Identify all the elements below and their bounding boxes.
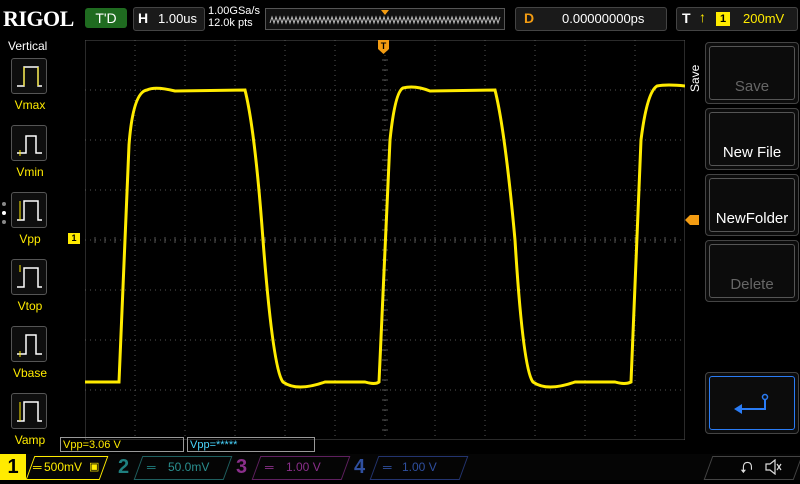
trigger-position-icon: T	[378, 40, 389, 54]
menu-title: Save	[688, 64, 702, 92]
page-dot	[2, 202, 6, 206]
top-status-bar: RIGOL T'D H 1.00us 1.00GSa/s 12.0k pts D…	[0, 0, 800, 36]
trigger-key: T	[682, 10, 691, 26]
delete-label: Delete	[709, 244, 795, 298]
memory-depth: 12.0k pts	[208, 17, 253, 29]
ch1-coupling-icon: ═	[33, 460, 42, 474]
svg-text:T: T	[381, 41, 387, 51]
sample-rate: 1.00GSa/s	[208, 5, 260, 17]
waveform-display[interactable]	[85, 40, 685, 440]
vpp-label: Vpp	[19, 232, 41, 246]
page-indicator	[2, 202, 6, 229]
new-folder-label: NewFolder	[709, 178, 795, 232]
ch2-coupling-icon: ═	[147, 460, 156, 474]
timebase-value: 1.00us	[158, 11, 198, 26]
new-file-label: New File	[709, 112, 795, 166]
delay-key: D	[524, 10, 535, 26]
ch3-scale: 1.00 V	[286, 460, 321, 474]
vamp-button[interactable]	[11, 393, 47, 429]
measurement-readout-1: Vpp=3.06 V	[60, 437, 184, 452]
trigger-level-marker[interactable]	[685, 212, 699, 225]
delay-readout[interactable]: D 0.00000000ps	[515, 7, 667, 31]
ch1-scale: 500mV	[44, 460, 83, 474]
vtop-label: Vtop	[17, 299, 43, 313]
ch3-coupling-icon: ═	[265, 460, 274, 474]
trigger-level-icon	[685, 215, 699, 225]
brand-logo: RIGOL	[3, 6, 74, 31]
vtop-waveform-icon	[17, 265, 42, 288]
trigger-level: 200mV	[743, 11, 785, 26]
measure-panel: Vertical Vmax Vmin Vpp Vtop Vbase Vamp	[0, 36, 60, 454]
ch1-bandwidth-icon: ▣	[89, 461, 100, 473]
ch1-number: 1	[7, 456, 19, 478]
return-arrow-icon	[734, 393, 769, 414]
vbase-label: Vbase	[12, 366, 48, 380]
horizontal-timebase[interactable]: H 1.00us	[133, 7, 205, 31]
horizontal-key: H	[138, 10, 149, 26]
vamp-waveform-icon	[17, 401, 42, 422]
return-button[interactable]	[705, 372, 799, 434]
trigger-source-badge: 1	[716, 12, 730, 26]
vtop-button[interactable]	[11, 259, 47, 295]
channel-bar: 1 ═ 500mV ▣ 2 ═ 50.0mV 3 ═ 1.00 V 4 ═ 1.…	[0, 454, 800, 480]
memory-waveform-icon	[269, 10, 501, 25]
delay-value: 0.00000000ps	[562, 11, 645, 26]
vmin-waveform-icon	[17, 135, 42, 156]
ch4-coupling-icon: ═	[383, 460, 392, 474]
page-dot	[2, 211, 6, 215]
vmax-label: Vmax	[14, 98, 46, 112]
save-button[interactable]: Save	[705, 42, 799, 104]
new-folder-button[interactable]: NewFolder	[705, 174, 799, 236]
new-file-button[interactable]: New File	[705, 108, 799, 170]
measure-category-title: Vertical	[8, 39, 48, 53]
acquisition-info: 1.00GSa/s 12.0k pts	[208, 5, 260, 29]
run-status-badge[interactable]: T'D	[85, 8, 127, 28]
ch2-number[interactable]: 2	[118, 456, 129, 478]
ch1-offset-marker[interactable]: 1	[68, 233, 80, 244]
ch2-scale: 50.0mV	[168, 460, 210, 474]
vamp-label: Vamp	[14, 433, 46, 447]
save-label: Save	[709, 46, 795, 100]
vmin-label: Vmin	[16, 165, 44, 179]
vmin-button[interactable]	[11, 125, 47, 161]
trigger-position-marker[interactable]: T	[378, 40, 389, 54]
ch1-tab[interactable]: 1	[0, 454, 26, 480]
speaker-muted-icon[interactable]	[764, 459, 782, 475]
ch4-number[interactable]: 4	[354, 456, 365, 478]
vmax-button[interactable]	[11, 58, 47, 94]
delete-button[interactable]: Delete	[705, 240, 799, 302]
vbase-button[interactable]	[11, 326, 47, 362]
return-button-inner	[709, 376, 795, 430]
ch4-scale: 1.00 V	[402, 460, 437, 474]
vpp-waveform-icon	[17, 200, 42, 221]
rising-edge-icon: ↑	[699, 9, 706, 25]
trigger-readout[interactable]: T ↑ 1 200mV	[676, 7, 798, 31]
measurement-readout-2: Vpp=*****	[187, 437, 315, 452]
memory-overview-strip[interactable]	[265, 8, 505, 30]
ch3-number[interactable]: 3	[236, 456, 247, 478]
vpp-button[interactable]	[11, 192, 47, 228]
vbase-waveform-icon	[17, 334, 42, 357]
vmax-waveform-icon	[17, 66, 42, 87]
page-dot	[2, 220, 6, 224]
